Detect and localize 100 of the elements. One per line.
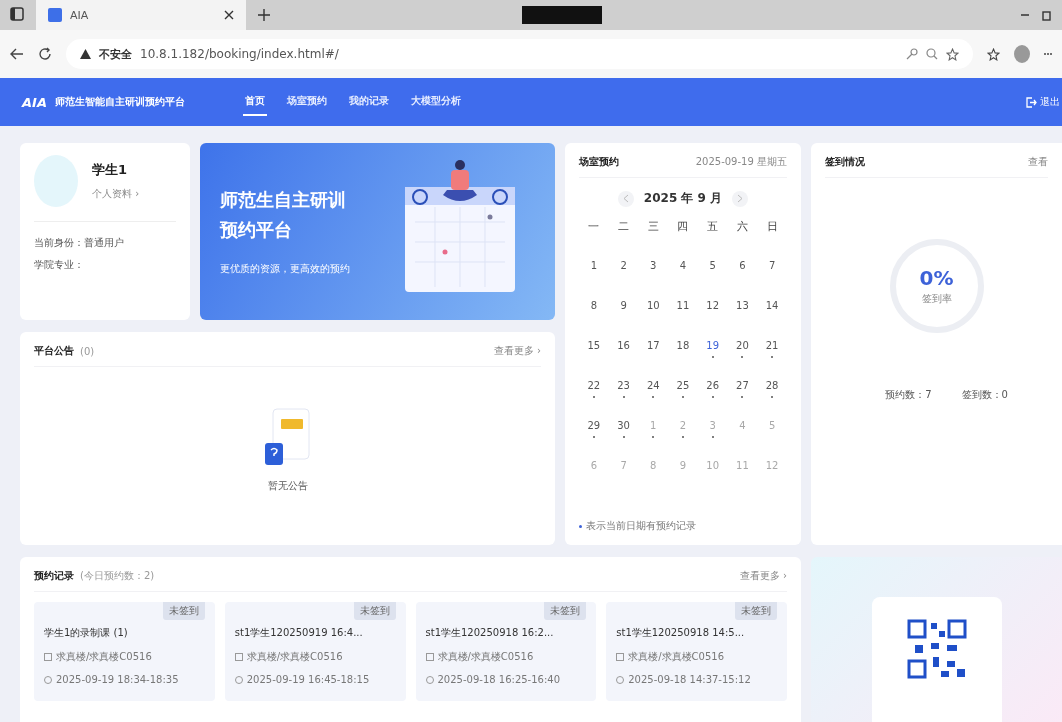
calendar-day[interactable]: 30 <box>612 416 635 434</box>
status-badge: 未签到 <box>544 602 587 620</box>
checkin-count: 签到数：0 <box>961 388 1008 402</box>
reload-icon[interactable] <box>38 47 52 61</box>
back-icon[interactable] <box>10 48 24 60</box>
calendar-day[interactable]: 10 <box>642 296 665 314</box>
record-card[interactable]: 未签到 st1学生120250918 16:2... 求真楼/求真楼C0516 2025-09-18 16:25-16:40 <box>415 602 597 701</box>
browser-tab[interactable]: AIA <box>36 0 246 30</box>
calendar-day[interactable]: 29 <box>582 416 605 434</box>
weekday-label: 六 <box>736 219 748 234</box>
zoom-icon[interactable] <box>926 48 938 60</box>
record-location: 求真楼/求真楼C0516 <box>628 650 725 664</box>
close-icon[interactable] <box>224 10 234 20</box>
calendar-day[interactable]: 1 <box>582 256 605 274</box>
record-title: st1学生120250918 16:2... <box>425 626 555 640</box>
record-card[interactable]: 未签到 学生1的录制课 (1) 求真楼/求真楼C0516 2025-09-19 18:34-18:35 <box>34 602 215 701</box>
current-date: 2025-09-19 星期五 <box>695 155 787 169</box>
calendar-day[interactable]: 14 <box>761 296 784 314</box>
record-time: 2025-09-18 16:25-16:40 <box>437 674 561 685</box>
status-badge: 未签到 <box>162 602 205 620</box>
clock-icon <box>425 675 434 684</box>
qr-code-drawing <box>906 619 967 679</box>
calendar-day[interactable]: 8 <box>582 296 605 314</box>
user-name: 学生1 <box>92 161 129 179</box>
logout-icon <box>1026 96 1037 108</box>
calendar-day[interactable]: 19 <box>701 336 724 354</box>
nav-tab[interactable]: 大模型分析 <box>408 88 463 116</box>
logout-button[interactable]: 退出 <box>1024 95 1062 109</box>
address-bar[interactable]: 不安全 10.8.1.182/booking/index.html#/ <box>66 39 973 69</box>
record-location: 求真楼/求真楼C0516 <box>246 650 343 664</box>
record-card[interactable]: 未签到 st1学生120250919 16:4... 求真楼/求真楼C0516 2025-09-19 16:45-18:15 <box>224 602 406 701</box>
user-role: 当前身份：普通用户 <box>34 236 125 250</box>
calendar-day[interactable]: 28 <box>761 376 784 394</box>
calendar-day[interactable]: 9 <box>612 296 635 314</box>
calendar-day[interactable]: 12 <box>701 296 724 314</box>
nav-tab[interactable]: 场室预约 <box>284 88 329 116</box>
star-icon[interactable] <box>946 47 959 61</box>
notice-count: (0) <box>80 345 95 357</box>
weekday-label: 五 <box>707 219 719 234</box>
calendar-day[interactable]: 16 <box>612 336 635 354</box>
more-icon[interactable] <box>1044 52 1052 56</box>
calendar-day[interactable]: 4 <box>672 256 694 274</box>
calendar-day[interactable]: 27 <box>731 376 754 394</box>
weekday-label: 二 <box>618 219 630 234</box>
restore-icon[interactable] <box>1042 9 1052 21</box>
view-link[interactable]: 查看 <box>1028 155 1048 169</box>
calendar-day[interactable]: 3 <box>642 256 665 274</box>
warning-icon <box>80 49 91 59</box>
calendar-day[interactable]: 18 <box>672 336 694 354</box>
building-icon <box>234 653 243 661</box>
calendar-day[interactable]: 23 <box>612 376 635 394</box>
building-icon <box>616 653 625 661</box>
calendar-day[interactable]: 7 <box>761 256 784 274</box>
banner-title: 预约平台 <box>220 217 293 242</box>
calendar-day[interactable]: 11 <box>672 296 694 314</box>
checkin-rate: 0% <box>919 266 954 290</box>
site-logo-icon <box>48 8 62 22</box>
record-title: st1学生120250919 16:4... <box>234 626 364 640</box>
status-badge: 未签到 <box>735 602 777 620</box>
logo: AIA <box>22 94 47 110</box>
favorites-icon[interactable] <box>987 47 1000 61</box>
calendar-day[interactable]: 5 <box>701 256 724 274</box>
user-major: 学院专业： <box>34 258 85 272</box>
record-title: st1学生120250918 14:5... <box>616 626 746 640</box>
banner-title: 师范生自主研训 <box>220 187 347 212</box>
calendar-day[interactable]: 21 <box>761 336 784 354</box>
calendar-day[interactable]: 13 <box>731 296 754 314</box>
calendar-day[interactable]: 17 <box>642 336 665 354</box>
today-booking-count: (今日预约数：2) <box>80 569 155 583</box>
card-title: 场室预约 <box>579 155 619 169</box>
record-time: 2025-09-18 14:37-15:12 <box>628 674 751 685</box>
new-tab-icon[interactable] <box>258 9 270 21</box>
nav-tab[interactable]: 首页 <box>242 88 267 116</box>
status-badge: 未签到 <box>353 602 396 620</box>
weekday-label: 四 <box>677 219 689 234</box>
nav-tab[interactable]: 我的记录 <box>346 88 391 116</box>
calendar-day[interactable]: 2 <box>612 256 635 274</box>
record-time: 2025-09-19 16:45-18:15 <box>246 674 370 685</box>
empty-message: 暂无公告 <box>267 479 308 493</box>
view-more-link[interactable]: 查看更多 › <box>493 344 541 358</box>
chevron-left-icon <box>622 194 629 203</box>
month-title: 2025 年 9 月 <box>643 190 723 207</box>
record-time: 2025-09-19 18:34-18:35 <box>56 674 179 685</box>
record-card[interactable]: 未签到 st1学生120250918 14:5... 求真楼/求真楼C0516 2025-09-18 14:37-15:12 <box>606 602 787 701</box>
clock-icon <box>44 675 52 684</box>
weekday-label: 一 <box>588 219 600 234</box>
view-more-link[interactable]: 查看更多 › <box>739 569 787 583</box>
calendar-day[interactable]: 24 <box>642 376 665 394</box>
record-title: 学生1的录制课 (1) <box>44 626 129 640</box>
calendar-day[interactable]: 25 <box>672 376 694 394</box>
record-location: 求真楼/求真楼C0516 <box>56 650 152 664</box>
calendar-day[interactable]: 22 <box>582 376 605 394</box>
calendar-day[interactable]: 20 <box>731 336 754 354</box>
checkin-rate-label: 签到率 <box>921 292 952 306</box>
calendar-day[interactable]: 15 <box>582 336 605 354</box>
profile-avatar-icon[interactable] <box>1014 45 1030 63</box>
profile-link[interactable]: 个人资料 › <box>92 187 140 201</box>
key-icon[interactable] <box>906 48 918 60</box>
calendar-day[interactable]: 6 <box>731 256 754 274</box>
calendar-day[interactable]: 26 <box>701 376 724 394</box>
